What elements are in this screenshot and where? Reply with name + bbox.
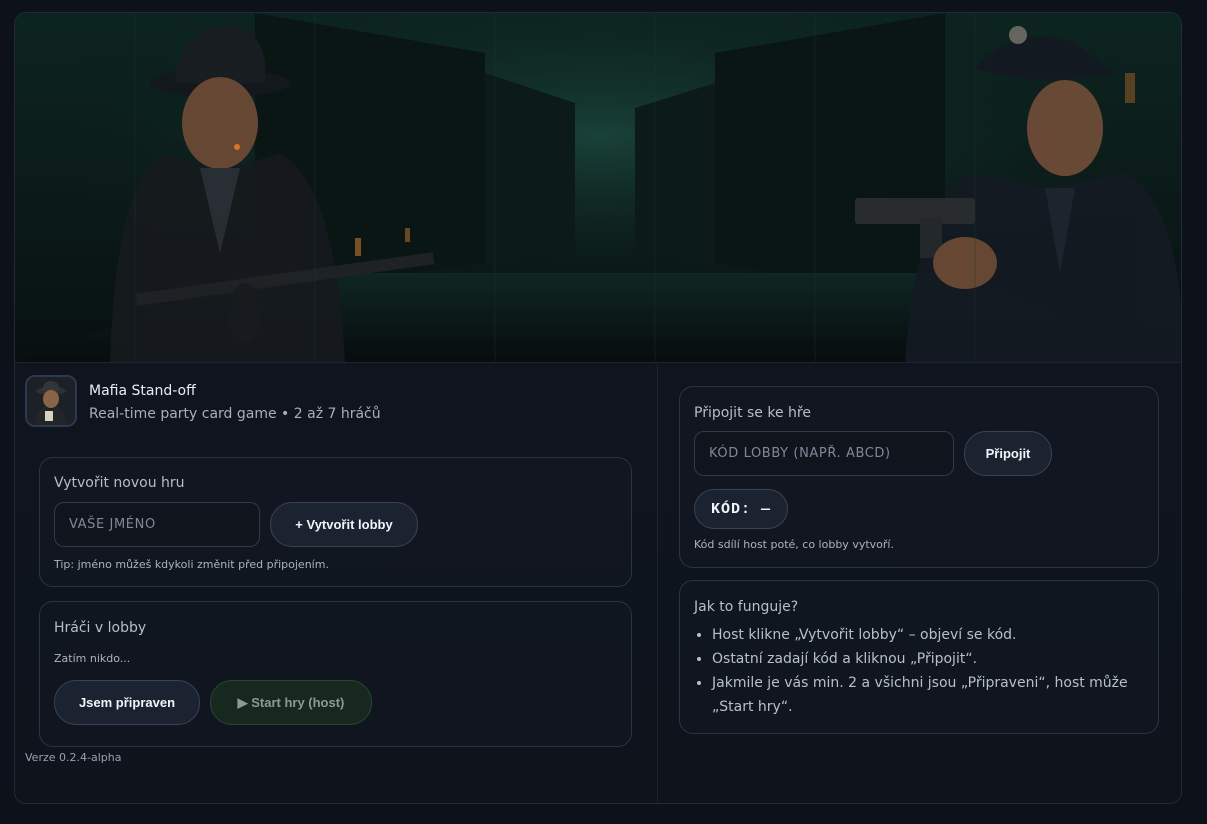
app-logo-icon <box>25 375 77 427</box>
code-note: Kód sdílí host poté, co lobby vytvoří. <box>694 538 894 551</box>
version-label: Verze 0.2.4-alpha <box>25 751 122 764</box>
join-button[interactable]: Připojit <box>964 431 1052 476</box>
join-game-card: Připojit se ke hře KÓD LOBBY (NAPŘ. ABCD… <box>679 386 1159 568</box>
how-it-works-title: Jak to funguje? <box>694 599 799 615</box>
hero-banner-image <box>15 13 1181 363</box>
player-name-input[interactable]: VAŠE JMÉNO <box>54 502 260 547</box>
how-step: Ostatní zadají kód a kliknou „Připojit“. <box>712 647 1149 671</box>
lobby-code-input[interactable]: KÓD LOBBY (NAPŘ. ABCD) <box>694 431 954 476</box>
how-step: Host klikne „Vytvořit lobby“ – objeví se… <box>712 623 1149 647</box>
lobby-code-badge: KÓD: — <box>694 489 788 529</box>
how-it-works-list: Host klikne „Vytvořit lobby“ – objeví se… <box>694 623 1149 719</box>
start-game-button[interactable]: ▶ Start hry (host) <box>210 680 372 725</box>
lobby-players-title: Hráči v lobby <box>54 620 147 636</box>
app-title: Mafia Stand-off <box>89 383 196 399</box>
join-game-title: Připojit se ke hře <box>694 405 811 421</box>
ready-button[interactable]: Jsem připraven <box>54 680 200 725</box>
app-subtitle: Real-time party card game • 2 až 7 hráčů <box>89 406 381 422</box>
lobby-players-card: Hráči v lobby Zatím nikdo... Jsem připra… <box>39 601 632 747</box>
create-lobby-button[interactable]: + Vytvořit lobby <box>270 502 418 547</box>
column-divider <box>657 364 658 803</box>
create-game-title: Vytvořit novou hru <box>54 475 185 491</box>
lobby-empty-text: Zatím nikdo... <box>54 652 131 665</box>
name-tip: Tip: jméno můžeš kdykoli změnit před při… <box>54 558 329 571</box>
hero-illustration <box>15 13 1181 362</box>
create-game-card: Vytvořit novou hru VAŠE JMÉNO + Vytvořit… <box>39 457 632 587</box>
how-step: Jakmile je vás min. 2 a všichni jsou „Př… <box>712 671 1149 719</box>
